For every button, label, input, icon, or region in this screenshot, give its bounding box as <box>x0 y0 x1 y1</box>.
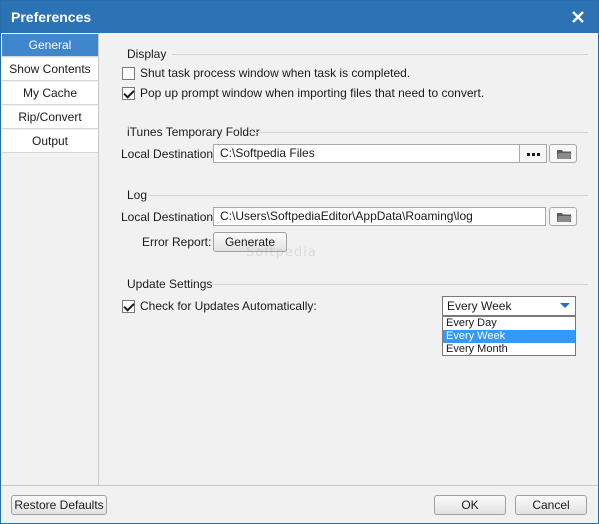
sidebar-item-show-contents[interactable]: Show Contents <box>2 58 98 81</box>
title-bar[interactable]: Preferences <box>1 1 598 33</box>
update-frequency-select[interactable]: Every Week <box>442 296 576 316</box>
shut-task-checkbox[interactable] <box>122 67 135 80</box>
option-every-day[interactable]: Every Day <box>443 317 575 330</box>
itunes-heading: iTunes Temporary Folder <box>127 125 260 139</box>
ok-button[interactable]: OK <box>434 495 506 515</box>
popup-prompt-checkbox[interactable] <box>122 87 135 100</box>
popup-prompt-label: Pop up prompt window when importing file… <box>140 86 485 100</box>
itunes-browse-more-button[interactable] <box>519 144 547 163</box>
log-destination-field[interactable]: C:\Users\SoftpediaEditor\AppData\Roaming… <box>213 207 546 226</box>
sidebar-item-general[interactable]: General <box>2 34 98 57</box>
close-icon[interactable] <box>567 6 589 28</box>
dot-icon <box>527 153 530 156</box>
update-frequency-dropdown: Every Day Every Week Every Month <box>442 316 576 356</box>
cancel-button[interactable]: Cancel <box>515 495 587 515</box>
softpedia-watermark: Softpedia <box>246 245 317 260</box>
check-updates-checkbox[interactable] <box>122 300 135 313</box>
option-every-week[interactable]: Every Week <box>443 330 575 343</box>
dot-icon <box>532 153 535 156</box>
preferences-window: Preferences General Show Contents My Cac… <box>0 0 599 524</box>
log-destination-label: Local Destination: <box>121 210 217 224</box>
folder-icon <box>557 213 572 222</box>
footer-bar: Restore Defaults OK Cancel <box>1 485 598 523</box>
check-updates-label: Check for Updates Automatically: <box>140 299 317 313</box>
display-heading: Display <box>127 47 167 61</box>
log-divider <box>148 195 588 196</box>
folder-icon <box>557 150 572 159</box>
itunes-destination-label: Local Destination: <box>121 147 217 161</box>
sidebar: General Show Contents My Cache Rip/Conve… <box>1 33 99 485</box>
update-frequency-value: Every Week <box>447 299 512 313</box>
restore-defaults-button[interactable]: Restore Defaults <box>11 495 107 515</box>
shut-task-label: Shut task process window when task is co… <box>140 66 411 80</box>
display-divider <box>172 54 588 55</box>
sidebar-item-my-cache[interactable]: My Cache <box>2 82 98 105</box>
dot-icon <box>537 153 540 156</box>
itunes-open-folder-button[interactable] <box>549 144 577 163</box>
itunes-destination-field[interactable]: C:\Softpedia Files <box>213 144 520 163</box>
error-report-label: Error Report: <box>142 235 212 249</box>
option-every-month[interactable]: Every Month <box>443 343 575 356</box>
window-title: Preferences <box>11 9 92 25</box>
update-divider <box>212 284 588 285</box>
general-settings-panel: Display Shut task process window when ta… <box>100 33 598 485</box>
itunes-divider <box>248 132 588 133</box>
sidebar-item-output[interactable]: Output <box>2 130 98 153</box>
log-heading: Log <box>127 188 148 202</box>
log-open-folder-button[interactable] <box>549 207 577 226</box>
chevron-down-icon <box>560 303 570 308</box>
update-heading: Update Settings <box>127 277 213 291</box>
sidebar-item-rip-convert[interactable]: Rip/Convert <box>2 106 98 129</box>
